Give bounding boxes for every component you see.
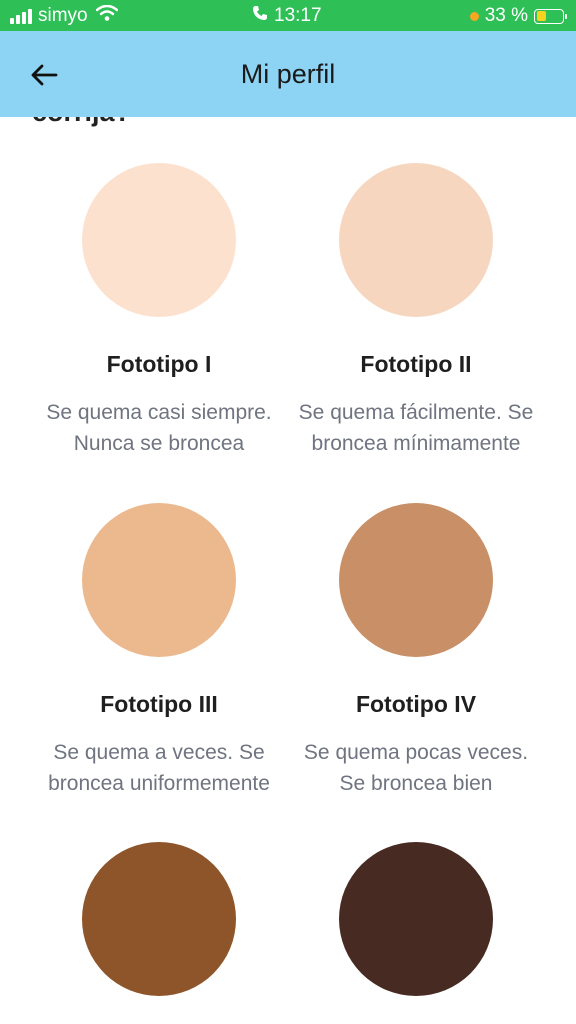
phototype-option[interactable]: Fototipo I Se quema casi siempre. Nunca … [30, 163, 288, 460]
battery-icon [534, 8, 567, 24]
skin-swatch [339, 503, 493, 657]
phototype-description: Se quema pocas veces. Se broncea bien [303, 741, 529, 795]
phototype-option[interactable]: Fototipo II Se quema fácilmente. Se bron… [287, 163, 545, 460]
status-bar: simyo 13:17 33 % [0, 0, 576, 31]
phototype-list: corrija? Fototipo I Se quema casi siempr… [0, 117, 576, 1024]
carrier-label: simyo [38, 5, 88, 26]
phototype-option[interactable] [287, 842, 545, 1024]
status-bar-center: 13:17 [252, 5, 322, 27]
status-bar-left: simyo [10, 4, 118, 27]
phone-icon [252, 5, 268, 27]
wifi-icon [95, 4, 118, 27]
skin-swatch [339, 842, 493, 996]
skin-swatch [82, 163, 236, 317]
skin-swatch [82, 503, 236, 657]
skin-swatch [339, 163, 493, 317]
signal-icon [10, 8, 32, 24]
phototype-description: Se quema a veces. Se broncea uniformemen… [48, 741, 270, 795]
phototype-option[interactable]: Fototipo IV Se quema pocas veces. Se bro… [287, 503, 545, 800]
phototype-title: Fototipo I [106, 351, 212, 377]
phototype-option[interactable] [30, 842, 288, 1024]
phototype-title: Fototipo III [100, 691, 218, 717]
page-title: Mi perfil [240, 59, 336, 89]
phototype-title: Fototipo II [360, 351, 472, 377]
battery-percentage: 33 % [484, 5, 528, 26]
phototype-description: Se quema casi siempre. Nunca se broncea [46, 401, 272, 455]
phototype-title: Fototipo IV [355, 691, 477, 717]
status-bar-right: 33 % [469, 5, 567, 27]
orange-dot-icon [469, 11, 479, 21]
app-bar: Mi perfil [0, 31, 576, 117]
phototype-option[interactable]: Fototipo III Se quema a veces. Se bronce… [30, 503, 288, 800]
section-title: corrija? [32, 117, 131, 128]
clock: 13:17 [274, 5, 322, 26]
phototype-description: Se quema fácilmente. Se broncea mínimame… [298, 401, 534, 455]
skin-swatch [82, 842, 236, 996]
